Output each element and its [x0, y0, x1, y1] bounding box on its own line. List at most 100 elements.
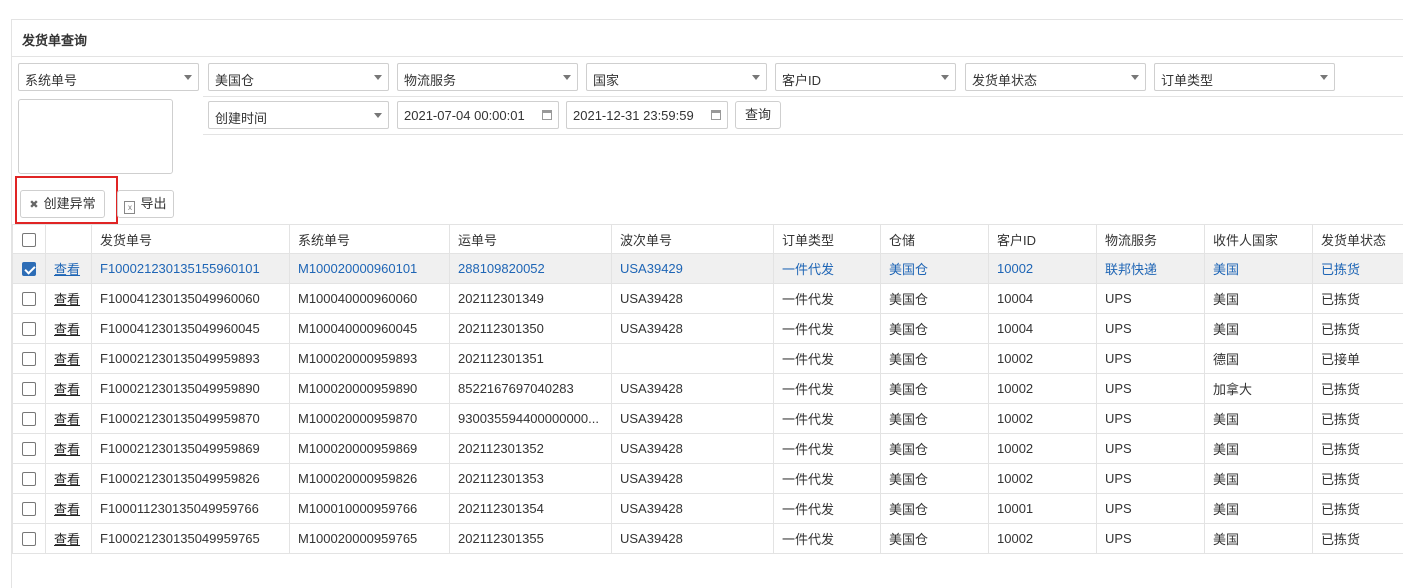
table-row[interactable]: 查看 F100041230135049960060 M100040000960060…	[12, 283, 1403, 314]
recipient-country-cell: 美国	[1204, 403, 1313, 434]
recipient-country-cell: 美国	[1204, 493, 1313, 524]
warehouse-cell: 美国仓	[880, 343, 989, 374]
view-link[interactable]: 查看	[54, 262, 80, 277]
row-checkbox[interactable]	[22, 532, 36, 547]
start-date-input[interactable]: 2021-07-04 00:00:01	[397, 101, 559, 129]
row-checkbox[interactable]	[22, 412, 36, 427]
table-row[interactable]: 查看 F100021230135049959869 M100020000959869…	[12, 433, 1403, 464]
select-value: 物流服务	[404, 73, 457, 88]
warehouse-cell: 美国仓	[880, 433, 989, 464]
recipient-country-cell: 美国	[1204, 433, 1313, 464]
column-header[interactable]: 客户ID	[988, 224, 1097, 254]
column-header[interactable]: 订单类型	[773, 224, 881, 254]
end-date-input[interactable]: 2021-12-31 23:59:59	[566, 101, 728, 129]
order-numbers-textarea[interactable]	[18, 99, 173, 174]
order-type-select[interactable]: 订单类型	[1154, 63, 1335, 91]
row-checkbox-cell	[12, 283, 46, 314]
row-checkbox[interactable]	[22, 262, 36, 277]
view-link[interactable]: 查看	[54, 382, 80, 397]
query-button[interactable]: 查询	[735, 101, 781, 129]
column-header-action	[45, 224, 92, 254]
shipment-number-cell: F100041230135049960060	[91, 283, 290, 314]
time-type-select[interactable]: 创建时间	[208, 101, 389, 129]
table-row[interactable]: 查看 F100021230135049959890 M100020000959890…	[12, 373, 1403, 404]
shipment-status-select[interactable]: 发货单状态	[965, 63, 1146, 91]
order-type-cell: 一件代发	[773, 403, 881, 434]
shipment-status-cell: 已拣货	[1312, 403, 1403, 434]
column-header[interactable]: 发货单号	[91, 224, 290, 254]
wave-number-cell: USA39428	[611, 523, 774, 554]
table-row[interactable]: 查看 F100021230135049959893 M100020000959893…	[12, 343, 1403, 374]
view-link[interactable]: 查看	[54, 412, 80, 427]
column-header[interactable]: 物流服务	[1096, 224, 1205, 254]
column-header[interactable]: 波次单号	[611, 224, 774, 254]
view-link[interactable]: 查看	[54, 442, 80, 457]
shipment-query-panel: 发货单查询 系统单号 美国仓 物流服务 国家 客户ID 发货单状态 订单类型 创…	[11, 19, 1403, 588]
view-link[interactable]: 查看	[54, 502, 80, 517]
table-row[interactable]: 查看 F100041230135049960045 M100040000960045…	[12, 313, 1403, 344]
button-label: 创建异常	[43, 196, 96, 211]
shipment-number-cell: F100021230135049959826	[91, 463, 290, 494]
view-link[interactable]: 查看	[54, 322, 80, 337]
customer-id-cell: 10002	[988, 433, 1097, 464]
column-header[interactable]: 发货单状态	[1312, 224, 1403, 254]
date-value: 2021-12-31 23:59:59	[573, 108, 694, 123]
shipment-number-cell: F100021230135049959870	[91, 403, 290, 434]
row-checkbox[interactable]	[22, 442, 36, 457]
view-link[interactable]: 查看	[54, 352, 80, 367]
wave-number-cell: USA39428	[611, 493, 774, 524]
shipment-status-cell: 已拣货	[1312, 373, 1403, 404]
system-number-cell: M100020000960101	[289, 253, 450, 284]
table-row[interactable]: 查看 F100021230135049959870 M100020000959870…	[12, 403, 1403, 434]
view-link[interactable]: 查看	[54, 532, 80, 547]
recipient-country-cell: 美国	[1204, 523, 1313, 554]
country-select[interactable]: 国家	[586, 63, 767, 91]
row-checkbox[interactable]	[22, 472, 36, 487]
column-header[interactable]: 收件人国家	[1204, 224, 1313, 254]
row-checkbox[interactable]	[22, 502, 36, 517]
table-row[interactable]: 查看 F100021230135049959765 M100020000959765…	[12, 523, 1403, 554]
row-checkbox-cell	[12, 433, 46, 464]
shipment-number-cell: F100041230135049960045	[91, 313, 290, 344]
row-checkbox[interactable]	[22, 322, 36, 337]
warehouse-select[interactable]: 美国仓	[208, 63, 389, 91]
row-action-cell: 查看	[45, 373, 92, 404]
row-checkbox[interactable]	[22, 382, 36, 397]
row-checkbox[interactable]	[22, 292, 36, 307]
row-checkbox-cell	[12, 463, 46, 494]
view-link[interactable]: 查看	[54, 472, 80, 487]
system-number-cell: M100020000959765	[289, 523, 450, 554]
customer-id-cell: 10002	[988, 523, 1097, 554]
system-order-select[interactable]: 系统单号	[18, 63, 199, 91]
column-header[interactable]: 仓储	[880, 224, 989, 254]
customer-id-cell: 10001	[988, 493, 1097, 524]
select-all-checkbox[interactable]	[22, 232, 36, 247]
table-row[interactable]: 查看 F100011230135049959766 M100010000959766…	[12, 493, 1403, 524]
view-link[interactable]: 查看	[54, 292, 80, 307]
customer-id-cell: 10002	[988, 463, 1097, 494]
close-icon: ✖	[29, 199, 39, 211]
table-row[interactable]: 查看 F100021230135155960101 M100020000960101…	[12, 253, 1403, 284]
order-type-cell: 一件代发	[773, 373, 881, 404]
table-row[interactable]: 查看 F100021230135049959826 M100020000959826…	[12, 463, 1403, 494]
logistics-service-select[interactable]: 物流服务	[397, 63, 578, 91]
system-number-cell: M100040000960045	[289, 313, 450, 344]
waybill-number-cell: 202112301355	[449, 523, 612, 554]
warehouse-cell: 美国仓	[880, 523, 989, 554]
customer-id-select[interactable]: 客户ID	[775, 63, 956, 91]
shipment-status-cell: 已拣货	[1312, 283, 1403, 314]
logistics-service-cell: UPS	[1096, 313, 1205, 344]
create-exception-button[interactable]: ✖ 创建异常	[20, 190, 105, 218]
column-header[interactable]: 系统单号	[289, 224, 450, 254]
select-value: 客户ID	[782, 73, 822, 88]
export-button[interactable]: x 导出	[117, 190, 174, 218]
excel-file-icon: x	[124, 201, 136, 214]
column-header[interactable]: 运单号	[449, 224, 612, 254]
row-checkbox[interactable]	[22, 352, 36, 367]
warehouse-cell: 美国仓	[880, 403, 989, 434]
chevron-down-icon	[374, 75, 382, 80]
customer-id-cell: 10002	[988, 253, 1097, 284]
logistics-service-cell: UPS	[1096, 523, 1205, 554]
row-checkbox-cell	[12, 373, 46, 404]
select-value: 发货单状态	[972, 73, 1038, 88]
